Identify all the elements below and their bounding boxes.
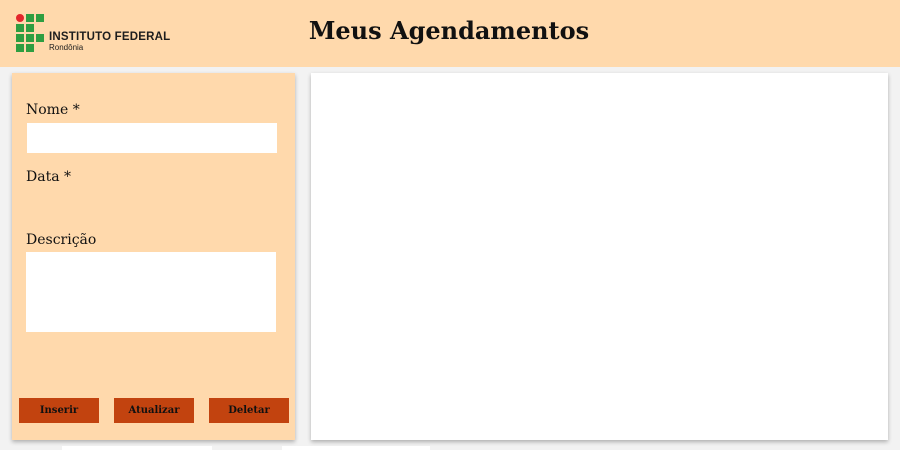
descricao-textarea[interactable] xyxy=(26,252,276,332)
nome-input[interactable] xyxy=(27,123,277,153)
delete-button[interactable]: Deletar xyxy=(209,398,289,423)
appointment-form-panel: Nome * Data * Descrição Inserir Atualiza… xyxy=(12,73,295,440)
data-input[interactable] xyxy=(27,195,277,221)
data-label: Data * xyxy=(26,169,71,185)
page-title: Meus Agendamentos xyxy=(308,16,590,45)
descricao-label: Descrição xyxy=(26,232,97,248)
page-header: INSTITUTO FEDERAL Rondônia Meus Agendame… xyxy=(0,0,900,67)
insert-button[interactable]: Inserir xyxy=(19,398,99,423)
appointments-list-panel xyxy=(311,73,888,440)
partial-card xyxy=(282,446,430,450)
partial-card xyxy=(62,446,212,450)
nome-label: Nome * xyxy=(26,102,80,118)
update-button[interactable]: Atualizar xyxy=(114,398,194,423)
